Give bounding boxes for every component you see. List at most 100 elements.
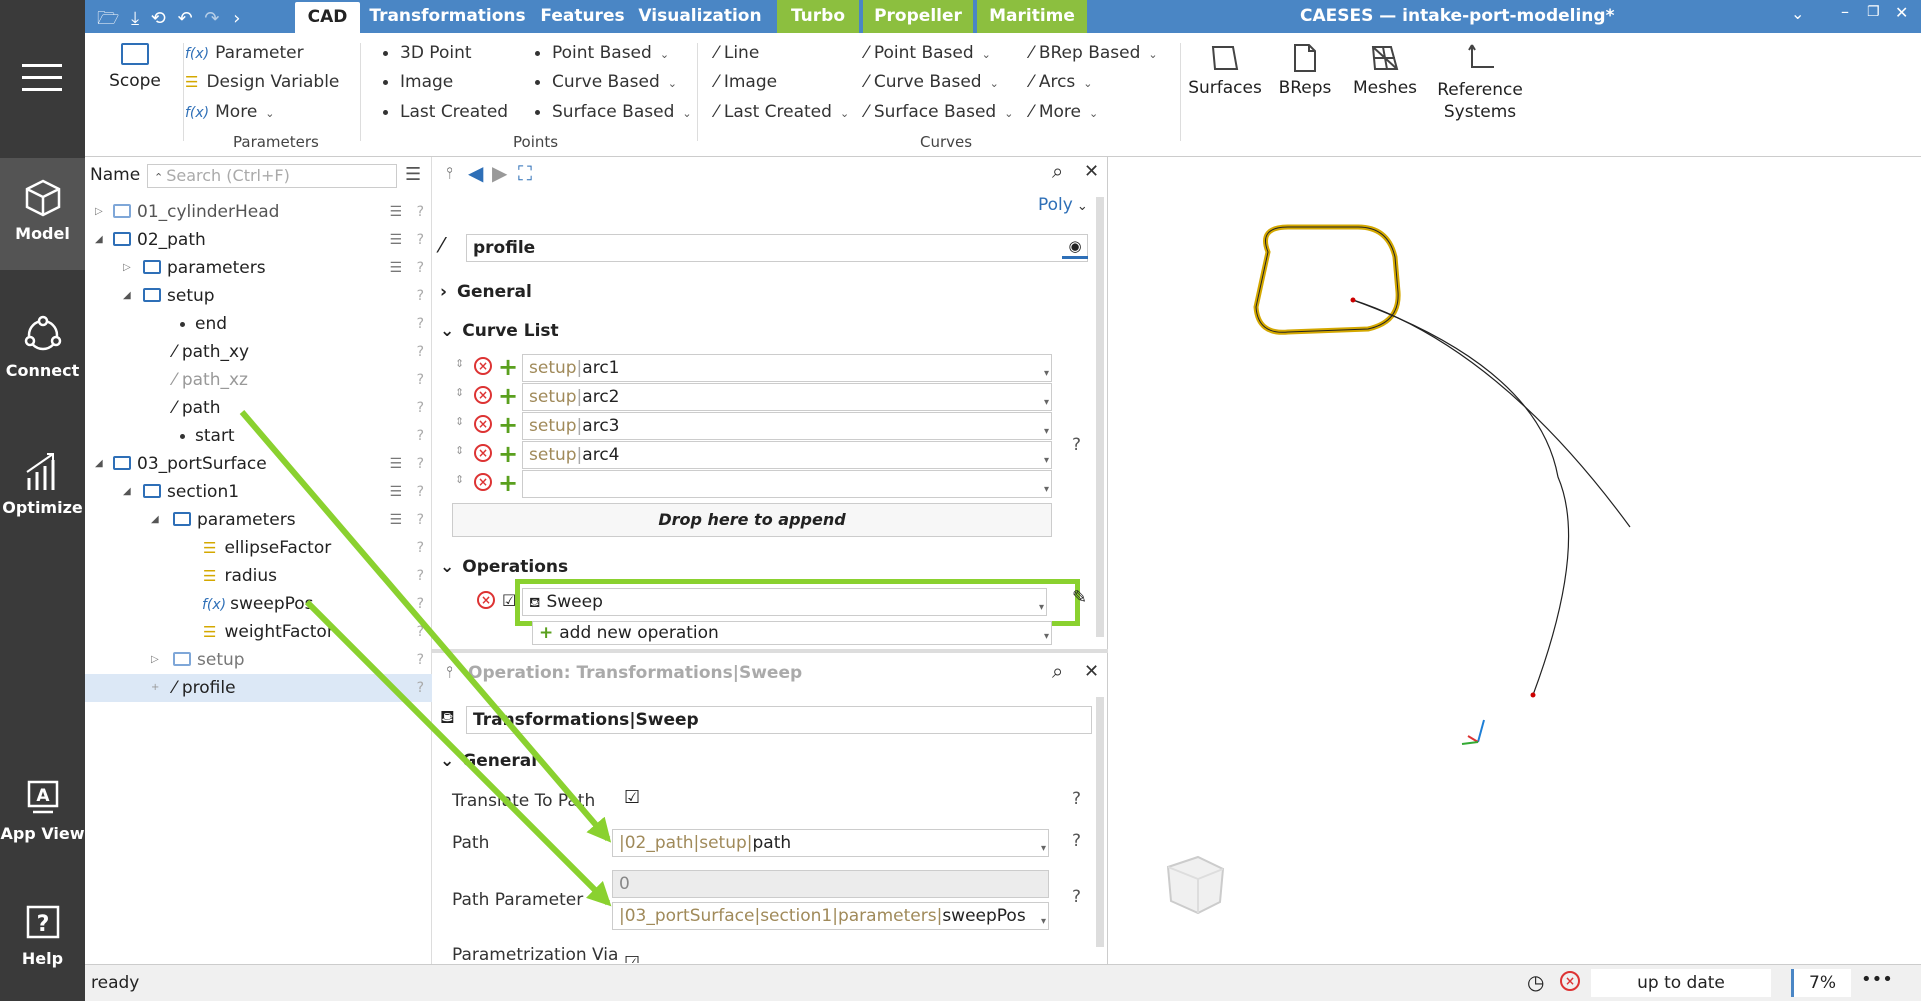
remove-icon[interactable]: ×	[474, 444, 492, 462]
remove-icon[interactable]: ×	[474, 357, 492, 375]
stop-icon[interactable]: ×	[1560, 970, 1580, 991]
point-based-curve-button[interactable]: ⁄ Point Based ⌄	[865, 43, 991, 63]
scrollbar[interactable]	[1096, 197, 1104, 637]
tab-cad[interactable]: CAD	[295, 2, 360, 33]
meshes-button[interactable]: Meshes	[1345, 43, 1425, 98]
surfaces-button[interactable]: Surfaces	[1185, 43, 1265, 98]
curve-last-created-button[interactable]: ⁄ Last Created ⌄	[715, 102, 849, 122]
restore-icon[interactable]: ❐	[1867, 4, 1880, 20]
more-parameters-button[interactable]: f(x) More ⌄	[185, 102, 275, 122]
reorder-icon[interactable]: ⇕	[455, 357, 464, 370]
breps-button[interactable]: BReps	[1270, 43, 1340, 98]
panel-divider[interactable]	[432, 649, 1108, 653]
curve-list-row[interactable]: ⇕ × + setup|arc2 ▾	[452, 383, 1052, 411]
sidebar-item-connect[interactable]: Connect	[0, 315, 85, 380]
tree-item-setup[interactable]: ◢ setup?	[85, 282, 432, 310]
remove-icon[interactable]: ×	[474, 386, 492, 404]
tab-propeller[interactable]: Propeller	[863, 0, 973, 33]
tree-item-section-parameters[interactable]: ◢ parameters ☰?	[85, 506, 432, 534]
undo-icon[interactable]: ↶	[178, 8, 193, 29]
more-curves-button[interactable]: ⁄ More ⌄	[1030, 102, 1098, 122]
curve-field[interactable]: setup|arc4 ▾	[522, 441, 1052, 469]
tree-item-start[interactable]: start?	[85, 422, 432, 450]
section-operations[interactable]: ⌄ Operations	[440, 557, 568, 577]
tree-item-03-portsurface[interactable]: ◢ 03_portSurface ☰?	[85, 450, 432, 478]
tab-visualization[interactable]: Visualization	[635, 0, 765, 33]
remove-operation-icon[interactable]: ×	[477, 591, 495, 609]
redo-icon[interactable]: ↷	[204, 8, 219, 29]
back-icon[interactable]: ◀	[468, 161, 483, 185]
parameter-button[interactable]: f(x) Parameter	[185, 43, 304, 63]
curve-list-row[interactable]: ⇕ × + setup|arc4 ▾	[452, 441, 1052, 469]
tree-item-01-cylinderhead[interactable]: ▷ 01_cylinderHead ☰?	[85, 198, 432, 226]
curve-list-row-empty[interactable]: ⇕ × + ▾	[452, 470, 1052, 498]
add-icon[interactable]: +	[498, 413, 518, 437]
line-button[interactable]: ⁄ Line	[715, 43, 759, 63]
tree-item-path-xz[interactable]: ⁄ path_xz?	[85, 366, 432, 394]
download-icon[interactable]: ⤓	[131, 8, 139, 29]
forward-icon[interactable]: ▶	[492, 161, 507, 185]
sidebar-item-model[interactable]: Model	[0, 158, 85, 270]
pin-icon[interactable]: ⫯	[446, 163, 453, 183]
history-icon[interactable]: ◷	[1527, 970, 1544, 994]
history-icon[interactable]: ⟲	[151, 8, 166, 29]
design-variable-button[interactable]: ☰ Design Variable	[185, 72, 339, 92]
tree-item-profile[interactable]: + ⁄ profile?	[85, 674, 432, 702]
menu-icon[interactable]	[22, 64, 62, 91]
orientation-cube[interactable]	[1166, 855, 1225, 915]
tab-turbo[interactable]: Turbo	[777, 0, 859, 33]
remove-icon[interactable]: ×	[474, 415, 492, 433]
tree-item-radius[interactable]: ☰ radius?	[85, 562, 432, 590]
scope-button[interactable]: Scope	[100, 43, 170, 91]
remove-icon[interactable]: ×	[474, 473, 492, 491]
open-folder-icon[interactable]: 🗁	[97, 8, 119, 29]
parametrization-checkbox[interactable]: ☑	[624, 953, 640, 963]
sidebar-item-optimize[interactable]: Optimize	[0, 452, 85, 517]
tree-item-section-setup[interactable]: ▷ setup?	[85, 646, 432, 674]
eye-icon[interactable]: ◉	[1062, 237, 1088, 259]
curve-field-empty[interactable]: ▾	[522, 470, 1052, 498]
reference-systems-button[interactable]: Reference Systems	[1430, 43, 1530, 123]
close-panel-icon[interactable]: ✕	[1084, 161, 1099, 182]
curve-based-point-button[interactable]: Curve Based ⌄	[535, 72, 677, 92]
add-operation-field[interactable]: + add new operation ▾	[532, 621, 1052, 645]
reorder-icon[interactable]: ⇕	[455, 444, 464, 457]
close-icon[interactable]: ✕	[1895, 3, 1908, 22]
point-image-button[interactable]: Image	[383, 72, 453, 92]
sidebar-item-app-view[interactable]: A App View	[0, 778, 85, 843]
curve-list-row[interactable]: ⇕ × + setup|arc3 ▾	[452, 412, 1052, 440]
tab-maritime[interactable]: Maritime	[977, 0, 1087, 33]
close-panel-icon[interactable]: ✕	[1084, 661, 1099, 682]
reorder-icon[interactable]: ⇕	[455, 415, 464, 428]
tree-item-parameters[interactable]: ▷ parameters ☰?	[85, 254, 432, 282]
help-icon[interactable]: ?	[1072, 887, 1081, 907]
section-general[interactable]: › General	[440, 282, 532, 302]
section-curve-list[interactable]: ⌄ Curve List	[440, 321, 559, 341]
tree-item-end[interactable]: end?	[85, 310, 432, 338]
path-parameter-field[interactable]: |03_portSurface|section1|parameters|swee…	[612, 902, 1049, 930]
curve-field[interactable]: setup|arc3 ▾	[522, 412, 1052, 440]
help-icon[interactable]: ?	[1072, 789, 1081, 809]
operation-name-input[interactable]: Transformations|Sweep	[466, 706, 1092, 734]
pin-icon[interactable]: ⫯	[446, 662, 453, 682]
tree-search-input[interactable]: ⌃ Search (Ctrl+F)	[147, 164, 397, 188]
3d-viewport[interactable]	[1108, 157, 1921, 964]
chevron-down-icon[interactable]: ⌄	[1791, 4, 1804, 23]
translate-to-path-checkbox[interactable]: ☑	[624, 787, 640, 808]
surface-based-curve-button[interactable]: ⁄ Surface Based ⌄	[865, 102, 1013, 122]
more-icon[interactable]: •••	[1861, 969, 1893, 990]
curve-based-curve-button[interactable]: ⁄ Curve Based ⌄	[865, 72, 999, 92]
drop-zone[interactable]: Drop here to append	[452, 503, 1052, 537]
edit-icon[interactable]: ✎	[1072, 587, 1087, 608]
tree-item-sweeppos[interactable]: f(x) sweepPos?	[85, 590, 432, 618]
minimize-icon[interactable]: –	[1841, 2, 1849, 21]
add-icon[interactable]: +	[498, 442, 518, 466]
curve-field[interactable]: setup|arc2 ▾	[522, 383, 1052, 411]
section-op-general[interactable]: ⌄ General	[440, 751, 537, 771]
curve-image-button[interactable]: ⁄ Image	[715, 72, 777, 92]
help-icon[interactable]: ?	[1072, 831, 1081, 851]
help-icon[interactable]: ?	[1072, 435, 1081, 455]
arcs-button[interactable]: ⁄ Arcs ⌄	[1030, 72, 1093, 92]
tree-item-02-path[interactable]: ◢ 02_path ☰?	[85, 226, 432, 254]
brep-based-curve-button[interactable]: ⁄ BRep Based ⌄	[1030, 43, 1158, 63]
